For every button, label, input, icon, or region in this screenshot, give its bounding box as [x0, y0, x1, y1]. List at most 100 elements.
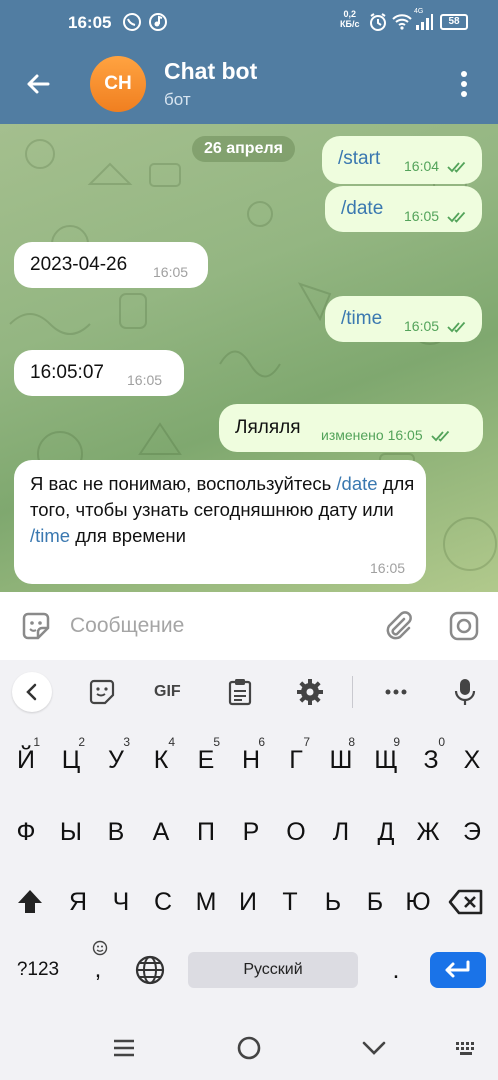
key[interactable]: Е5 — [186, 732, 226, 788]
key[interactable]: А — [141, 804, 181, 860]
globe-icon — [135, 955, 165, 985]
message-text: Ляляля — [235, 417, 301, 438]
enter-key[interactable] — [430, 952, 486, 988]
key[interactable]: О — [276, 804, 316, 860]
status-time: 16:05 — [68, 13, 112, 32]
more-menu-icon[interactable] — [452, 66, 476, 102]
system-nav-bar — [0, 1016, 498, 1080]
message-out[interactable]: /time 16:05 — [325, 296, 482, 342]
message-meta: изменено 16:05 — [321, 427, 455, 443]
recents-icon[interactable] — [110, 1034, 138, 1062]
message-out[interactable]: Ляляля изменено 16:05 — [219, 404, 483, 452]
enter-icon — [445, 960, 470, 978]
backspace-icon — [448, 889, 483, 915]
key[interactable]: Д — [366, 804, 406, 860]
message-meta: 16:05 — [404, 318, 471, 334]
message-time: 16:05 — [370, 560, 406, 576]
whatsapp-icon — [123, 13, 141, 31]
message-out[interactable]: /date 16:05 — [325, 186, 482, 232]
key[interactable]: З0 — [411, 732, 451, 788]
gif-button[interactable]: GIF — [154, 678, 181, 706]
key[interactable]: Ш8 — [321, 732, 361, 788]
message-text: 2023-04-26 — [30, 254, 128, 275]
sticker-icon[interactable] — [20, 610, 52, 642]
clipboard-icon[interactable] — [228, 678, 252, 706]
key[interactable]: Б — [355, 874, 395, 930]
command-link-time[interactable]: /time — [30, 525, 70, 546]
key[interactable]: Щ9 — [366, 732, 406, 788]
key[interactable]: Ц2 — [51, 732, 91, 788]
key[interactable]: С — [143, 874, 183, 930]
emoji-icon — [92, 940, 108, 956]
message-text[interactable]: /time — [341, 308, 382, 330]
command-link-date[interactable]: /date — [336, 473, 377, 494]
key[interactable]: Р — [231, 804, 271, 860]
key[interactable]: Ь — [313, 874, 353, 930]
message-text[interactable]: /start — [338, 148, 380, 170]
double-check-icon — [447, 212, 466, 224]
period-key[interactable]: . — [376, 942, 416, 998]
space-bar[interactable]: Русский — [188, 952, 358, 988]
key[interactable]: Г7 — [276, 732, 316, 788]
message-in[interactable]: 2023-04-26 16:05 — [14, 242, 208, 288]
comma-key[interactable]: , — [82, 940, 114, 998]
home-icon[interactable] — [235, 1034, 263, 1062]
keyboard-collapse-button[interactable] — [12, 672, 52, 712]
alarm-icon — [370, 13, 386, 31]
gear-icon[interactable] — [296, 678, 324, 706]
microphone-icon[interactable] — [454, 678, 476, 706]
key[interactable]: И — [228, 874, 268, 930]
battery-icon: 58 — [440, 14, 468, 30]
message-time: 16:05 — [127, 372, 163, 388]
double-check-icon — [430, 431, 449, 443]
double-check-icon — [447, 322, 466, 334]
key[interactable]: В — [96, 804, 136, 860]
chat-title[interactable]: Chat bot — [164, 58, 257, 85]
key[interactable]: Й1 — [6, 732, 46, 788]
message-in[interactable]: Я вас не понимаю, воспользуйтесь /date д… — [14, 460, 426, 584]
shift-icon — [18, 890, 42, 913]
key[interactable]: Л — [321, 804, 361, 860]
key[interactable]: Х — [452, 732, 492, 788]
back-arrow-icon[interactable] — [22, 68, 54, 100]
network-type: 4G — [414, 8, 424, 15]
message-time: 16:05 — [153, 264, 189, 280]
key[interactable]: Я — [58, 874, 98, 930]
shift-key[interactable] — [10, 874, 50, 930]
key[interactable]: Ы — [51, 804, 91, 860]
edited-label: изменено — [321, 427, 384, 443]
emoji-sticker-icon[interactable] — [88, 678, 116, 706]
key[interactable]: М — [186, 874, 226, 930]
key[interactable]: Т — [270, 874, 310, 930]
paperclip-icon[interactable] — [382, 610, 414, 642]
more-icon[interactable] — [384, 678, 408, 706]
key[interactable]: Э — [452, 804, 492, 860]
music-icon — [149, 13, 167, 31]
message-meta: 16:04 — [404, 158, 471, 174]
key[interactable]: К4 — [141, 732, 181, 788]
message-out[interactable]: /start 16:04 — [322, 136, 482, 184]
chat-area[interactable]: 26 апреля /start 16:04 /date 16:05 2023-… — [0, 124, 498, 592]
language-key[interactable] — [130, 942, 170, 998]
backspace-key[interactable] — [446, 874, 486, 930]
key[interactable]: П — [186, 804, 226, 860]
key[interactable]: Н6 — [231, 732, 271, 788]
key[interactable]: Ч — [101, 874, 141, 930]
hide-keyboard-icon[interactable] — [360, 1034, 388, 1062]
key[interactable]: Ж — [408, 804, 448, 860]
key[interactable]: У3 — [96, 732, 136, 788]
avatar[interactable]: CH — [90, 56, 146, 112]
key[interactable]: Ю — [398, 874, 438, 930]
chat-subtitle: бот — [164, 90, 191, 109]
message-text: 16:05:07 — [30, 362, 104, 383]
double-check-icon — [447, 162, 466, 174]
keyboard-switch-icon[interactable] — [455, 1034, 479, 1062]
camera-icon[interactable] — [448, 610, 480, 642]
message-in[interactable]: 16:05:07 16:05 — [14, 350, 184, 396]
wifi-icon — [392, 14, 412, 30]
message-input[interactable]: Сообщение — [70, 614, 184, 638]
key[interactable]: Ф — [6, 804, 46, 860]
message-text[interactable]: /date — [341, 198, 383, 220]
chevron-left-icon — [26, 683, 37, 701]
symbols-key[interactable]: ?123 — [12, 942, 64, 998]
